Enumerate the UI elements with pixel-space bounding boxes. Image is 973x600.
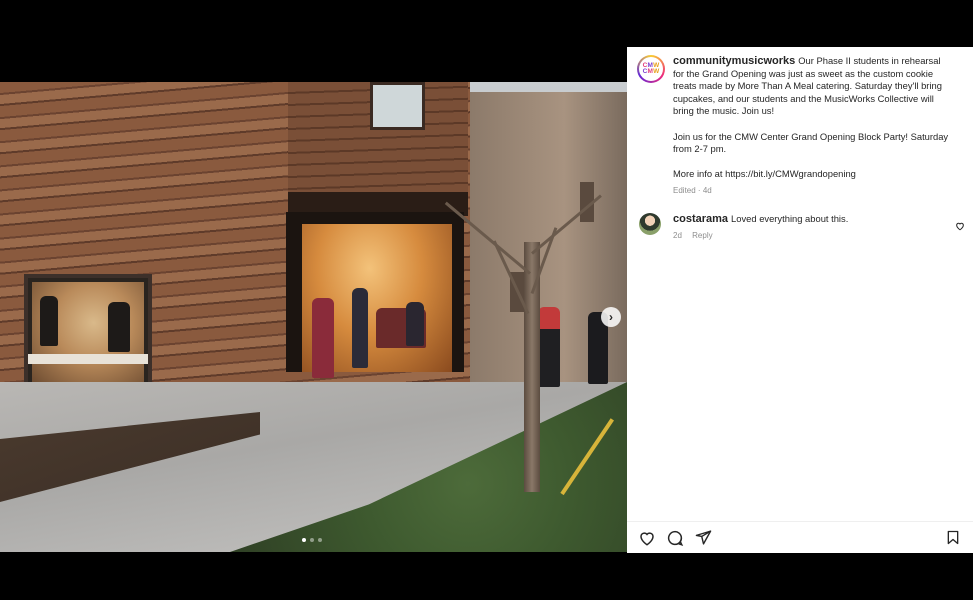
open-garage-door: [286, 212, 464, 378]
edited-label: Edited: [673, 185, 696, 195]
avatar[interactable]: [639, 213, 661, 235]
chevron-right-icon: ›: [609, 310, 613, 324]
comment-icon: [667, 530, 684, 546]
cmw-logo: CMW CMW: [639, 57, 663, 81]
comment-text: Loved everything about this.: [731, 213, 849, 224]
pedestrian: [538, 307, 560, 387]
violinist: [108, 302, 130, 352]
reply-button[interactable]: Reply: [692, 231, 712, 240]
student: [406, 302, 424, 346]
share-button[interactable]: [693, 528, 713, 548]
save-button[interactable]: [943, 528, 963, 548]
action-bar: [627, 521, 973, 553]
upper-window: [370, 82, 425, 130]
caption-link-text: More info at https://bit.ly/CMWgrandopen…: [673, 168, 856, 180]
paper-plane-icon: [695, 530, 711, 545]
comment-like-button[interactable]: [955, 221, 965, 233]
student-red-shirt: [312, 298, 334, 378]
like-button[interactable]: [637, 528, 657, 548]
comment-button[interactable]: [665, 528, 685, 548]
heart-icon: [956, 222, 964, 231]
post-photo[interactable]: ›: [0, 82, 627, 552]
meta-separator: ·: [697, 185, 701, 195]
violinist: [40, 296, 58, 346]
table: [28, 354, 148, 364]
bookmark-icon: [947, 530, 959, 545]
rehearsal-window: [24, 274, 152, 392]
caption-text: Join us for the CMW Center Grand Opening…: [673, 130, 949, 155]
carousel-dot[interactable]: [302, 538, 306, 542]
post-caption: CMW CMW communitymusicworks Our Phase II …: [637, 55, 967, 198]
post-meta: Edited · 4d: [673, 185, 953, 198]
post-side-panel: CMW CMW communitymusicworks Our Phase II …: [627, 47, 973, 553]
carousel-next-button[interactable]: ›: [601, 307, 621, 327]
avatar[interactable]: CMW CMW: [637, 55, 665, 83]
comment-username[interactable]: costarama: [673, 213, 728, 225]
post-timestamp[interactable]: 4d: [703, 186, 712, 195]
comment-timestamp[interactable]: 2d: [673, 231, 682, 240]
carousel-dots: [302, 538, 322, 542]
carousel-dot[interactable]: [310, 538, 314, 542]
comment: costarama Loved everything about this. 2d…: [637, 213, 967, 242]
conductor: [352, 288, 368, 368]
heart-icon: [640, 531, 654, 546]
post-username[interactable]: communitymusicworks: [673, 55, 795, 67]
carousel-dot[interactable]: [318, 538, 322, 542]
